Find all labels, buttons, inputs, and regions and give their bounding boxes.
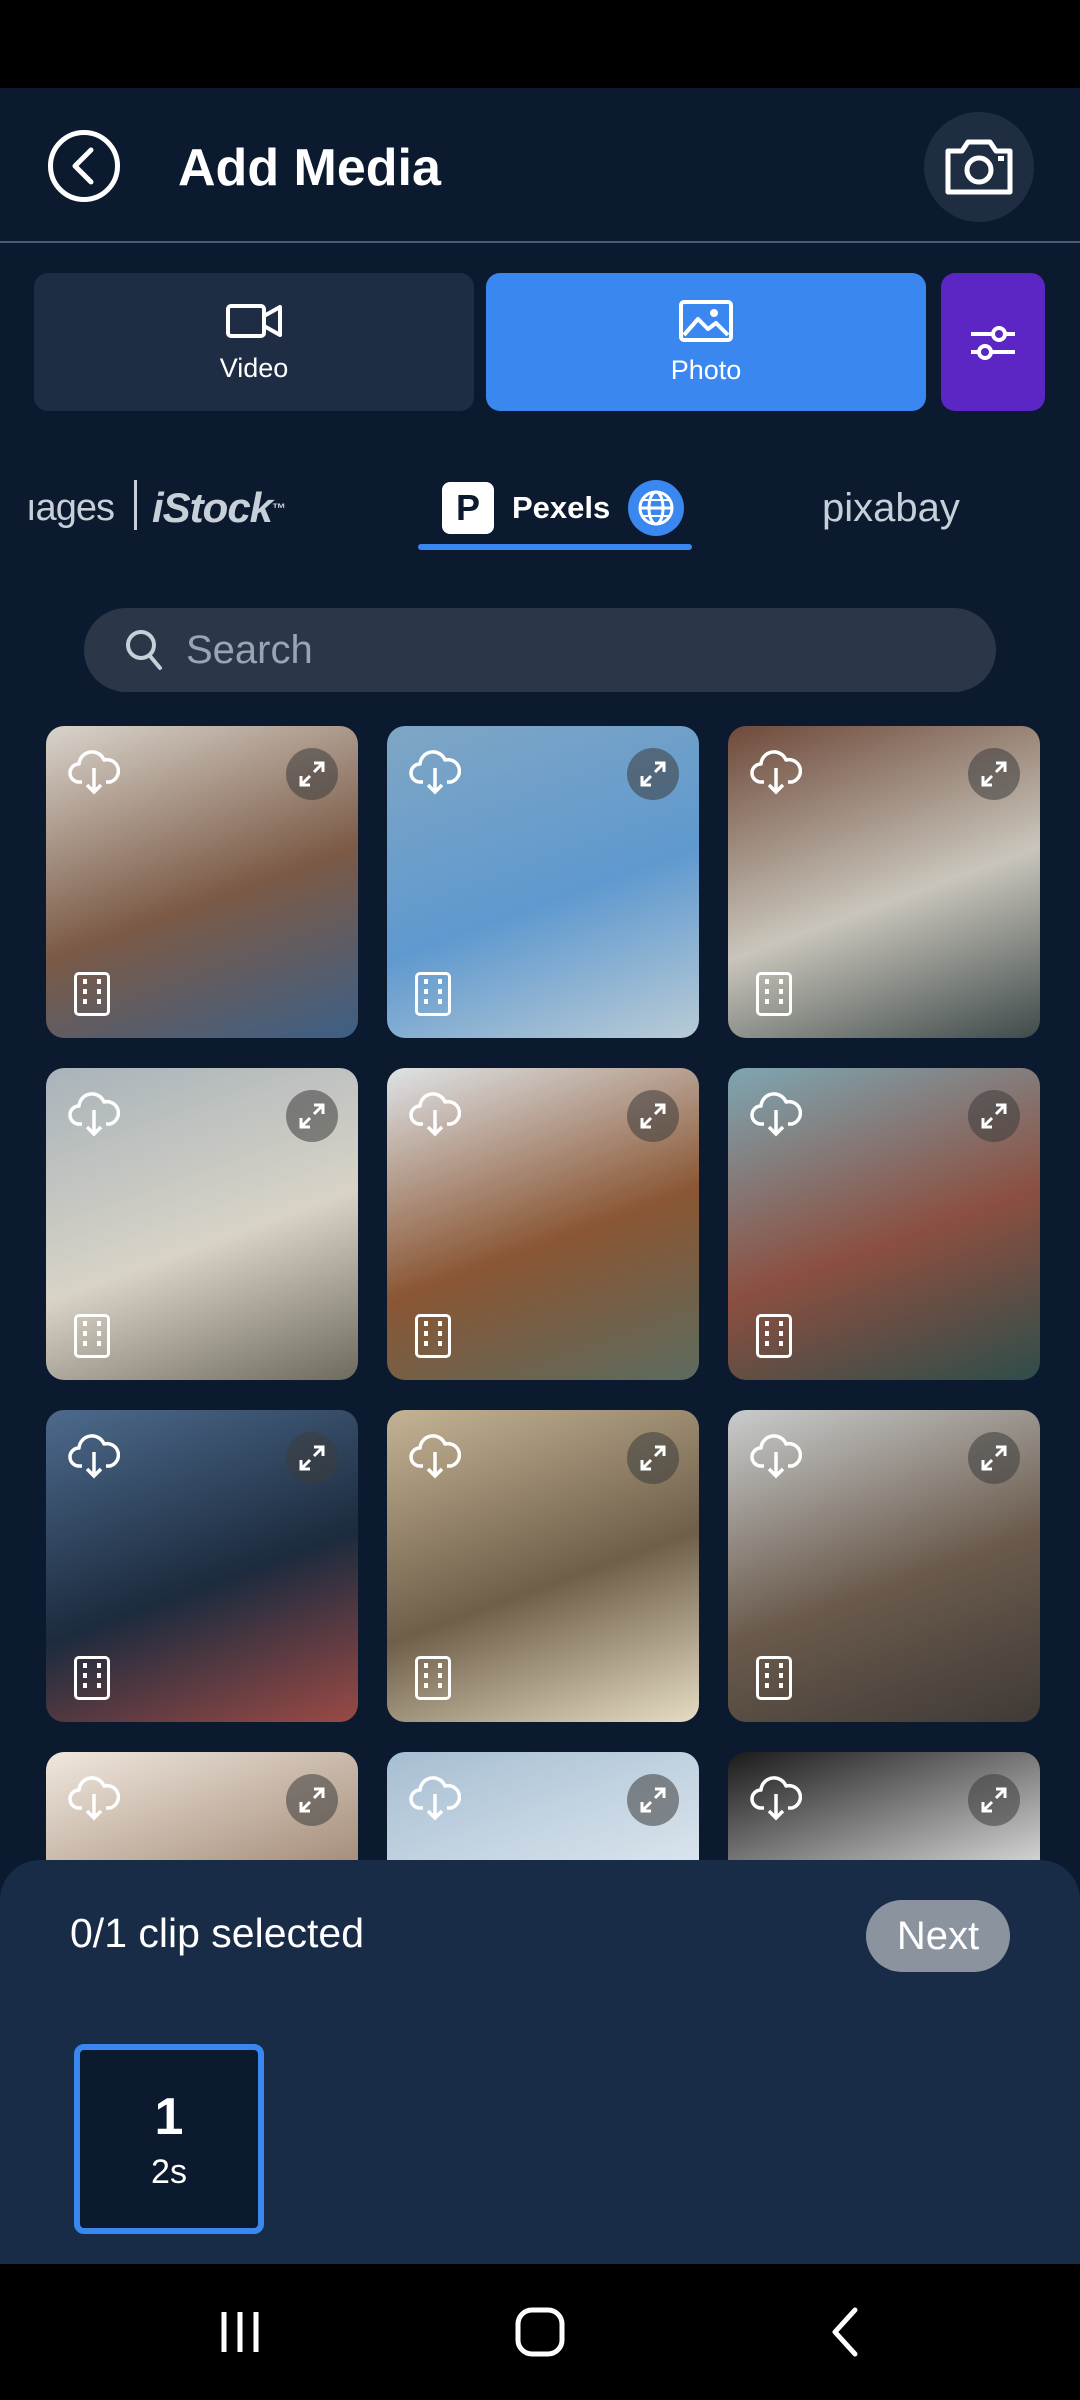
istock-trademark: ™ (272, 500, 286, 516)
expand-icon[interactable] (627, 1090, 679, 1142)
expand-icon[interactable] (627, 1774, 679, 1826)
search-bar[interactable] (84, 608, 996, 692)
home-icon (515, 2307, 565, 2357)
page-title: Add Media (178, 139, 441, 197)
cloud-download-icon[interactable] (68, 1090, 121, 1143)
photo-tab-label: Photo (670, 354, 742, 385)
source-tab-pixabay[interactable]: pixabay (822, 460, 960, 556)
photo-tile[interactable] (387, 726, 699, 1038)
source-images-label: ıages (26, 486, 115, 529)
film-strip-icon (756, 1656, 792, 1700)
system-nav-bar (0, 2264, 1080, 2400)
cloud-download-icon[interactable] (409, 1774, 462, 1827)
expand-icon[interactable] (968, 1432, 1020, 1484)
photo-tile[interactable] (387, 1068, 699, 1380)
sliders-icon (971, 326, 1015, 360)
source-divider (134, 480, 137, 530)
expand-icon[interactable] (286, 1432, 338, 1484)
source-pixabay-label: pixabay (822, 485, 960, 530)
source-tab-istock[interactable]: iStock ™ (152, 460, 286, 556)
clip-slot[interactable]: 1 2s (74, 2044, 264, 2234)
photo-tile[interactable] (728, 1410, 1040, 1722)
video-camera-icon (226, 303, 282, 338)
cloud-download-icon[interactable] (409, 1090, 462, 1143)
source-pexels-label: Pexels (512, 490, 611, 525)
search-input[interactable] (186, 627, 886, 673)
film-strip-icon (415, 1656, 451, 1700)
header: Add Media (0, 88, 1080, 243)
filter-button[interactable] (941, 273, 1045, 411)
film-strip-icon (756, 972, 792, 1016)
expand-icon[interactable] (286, 1090, 338, 1142)
cloud-download-icon[interactable] (409, 748, 462, 801)
source-tab-pexels[interactable]: P Pexels (442, 460, 685, 556)
selection-panel: 0/1 clip selected Next 1 2s (0, 1860, 1080, 2264)
film-strip-icon (415, 1314, 451, 1358)
media-type-selector: Video Photo (0, 273, 1080, 411)
cloud-download-icon[interactable] (68, 1774, 121, 1827)
photo-tab[interactable]: Photo (486, 273, 926, 411)
photo-tile[interactable] (46, 726, 358, 1038)
pexels-logo: P (442, 482, 494, 534)
chevron-left-icon (72, 147, 94, 185)
film-strip-icon (756, 1314, 792, 1358)
expand-icon[interactable] (627, 748, 679, 800)
active-source-indicator (418, 544, 692, 550)
home-button[interactable] (510, 2304, 570, 2360)
system-back-button[interactable] (815, 2304, 875, 2360)
expand-icon[interactable] (286, 748, 338, 800)
photo-tile[interactable] (387, 1752, 699, 1860)
search-icon (126, 630, 162, 670)
image-icon (679, 299, 733, 342)
cloud-download-icon[interactable] (750, 1774, 803, 1827)
status-bar (0, 0, 1080, 88)
cloud-download-icon[interactable] (409, 1432, 462, 1485)
photo-tile[interactable] (728, 726, 1040, 1038)
cloud-download-icon[interactable] (68, 1432, 121, 1485)
cloud-download-icon[interactable] (68, 748, 121, 801)
expand-icon[interactable] (286, 1774, 338, 1826)
video-tab[interactable]: Video (34, 273, 474, 411)
selection-count: 0/1 clip selected (70, 1910, 365, 1956)
expand-icon[interactable] (968, 1090, 1020, 1142)
camera-icon (945, 139, 1013, 195)
cloud-download-icon[interactable] (750, 1090, 803, 1143)
globe-icon (628, 480, 685, 536)
recent-apps-button[interactable] (210, 2304, 270, 2360)
next-button[interactable]: Next (866, 1900, 1010, 1972)
clip-duration: 2s (151, 2152, 187, 2191)
system-back-icon (832, 2307, 858, 2357)
photo-tile[interactable] (728, 1068, 1040, 1380)
recent-apps-icon (221, 2312, 259, 2352)
film-strip-icon (74, 972, 110, 1016)
photo-tile[interactable] (46, 1068, 358, 1380)
source-tab-images[interactable]: ıages (26, 460, 115, 556)
film-strip-icon (74, 1314, 110, 1358)
cloud-download-icon[interactable] (750, 1432, 803, 1485)
back-button[interactable] (48, 130, 120, 202)
photo-tile[interactable] (46, 1752, 358, 1860)
expand-icon[interactable] (627, 1432, 679, 1484)
video-tab-label: Video (219, 352, 289, 383)
expand-icon[interactable] (968, 748, 1020, 800)
source-tabs: ıages iStock ™ P Pexels pixabay (0, 460, 1080, 556)
photo-tile[interactable] (387, 1410, 699, 1722)
expand-icon[interactable] (968, 1774, 1020, 1826)
source-istock-label: iStock (152, 484, 273, 531)
camera-button[interactable] (924, 112, 1034, 222)
film-strip-icon (415, 972, 451, 1016)
photo-grid (0, 726, 1080, 1860)
cloud-download-icon[interactable] (750, 748, 803, 801)
clip-number: 1 (154, 2087, 184, 2146)
photo-tile[interactable] (728, 1752, 1040, 1860)
photo-tile[interactable] (46, 1410, 358, 1722)
film-strip-icon (74, 1656, 110, 1700)
